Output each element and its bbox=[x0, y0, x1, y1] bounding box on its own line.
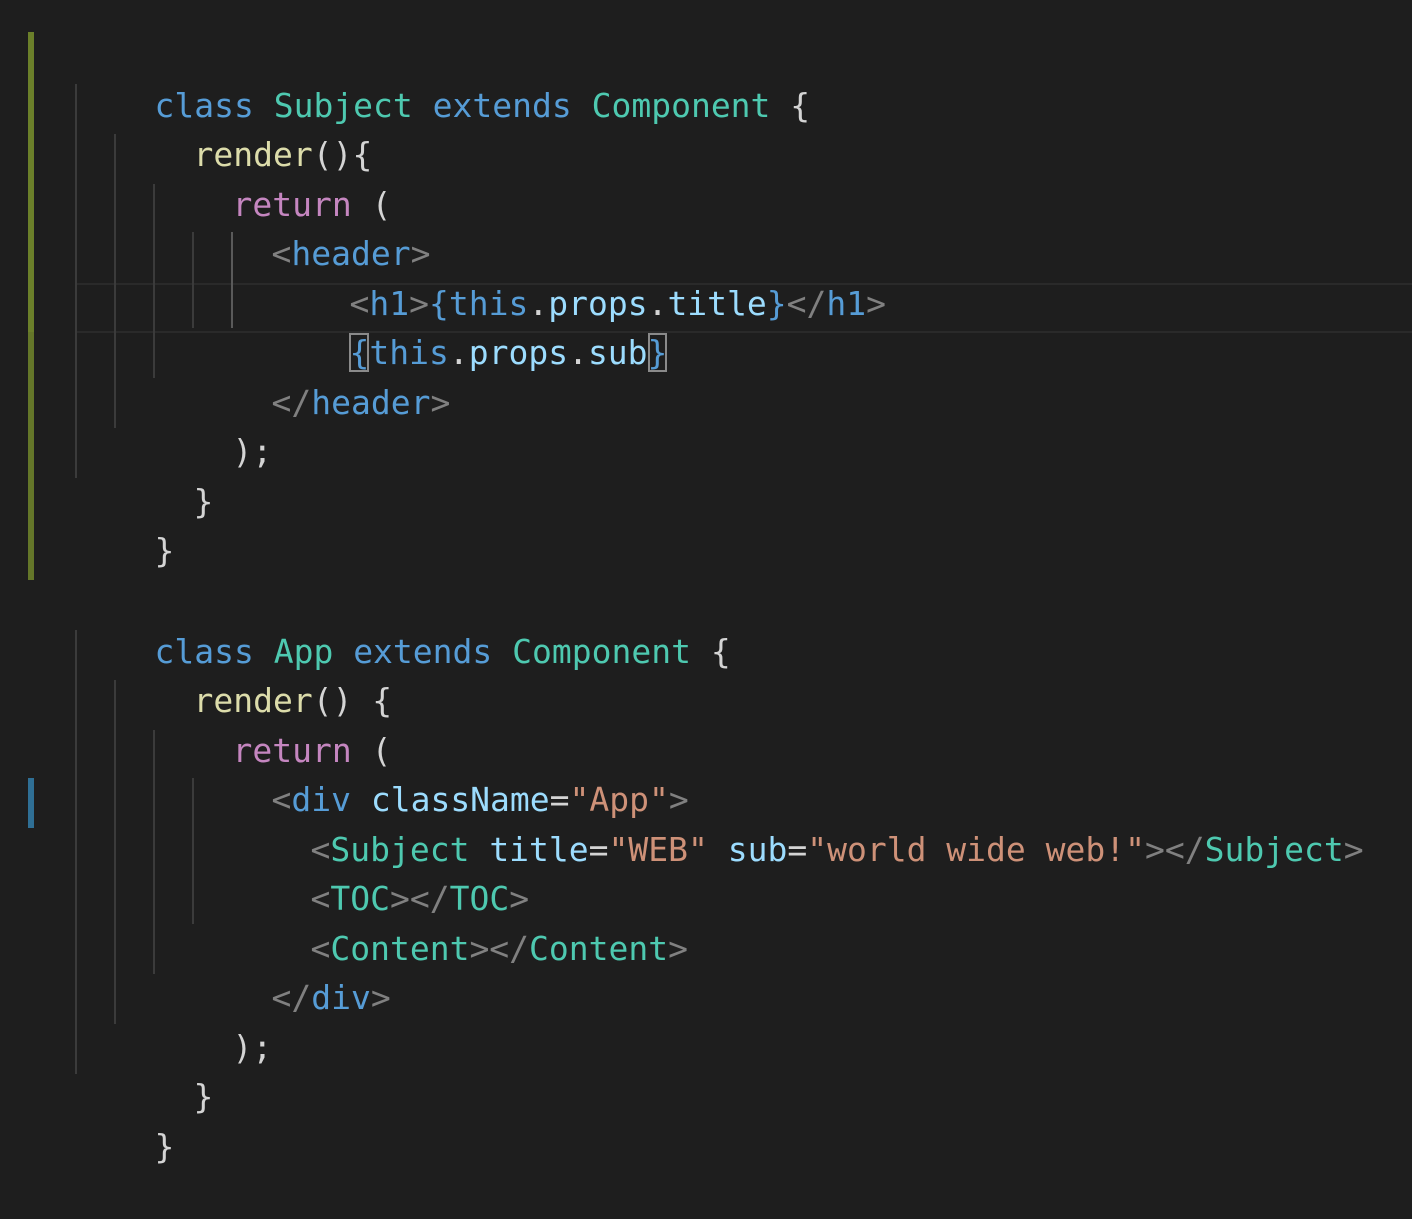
punctuation: ); bbox=[232, 1028, 273, 1067]
tag-bracket: > bbox=[866, 284, 887, 323]
tag-bracket: > bbox=[370, 978, 391, 1017]
tag-name: h1 bbox=[826, 284, 867, 323]
punctuation: = bbox=[588, 830, 609, 869]
code-editor[interactable]: class Subject extends Component { render… bbox=[0, 0, 1412, 1166]
punctuation: } bbox=[154, 1127, 175, 1166]
property: sub bbox=[587, 333, 648, 372]
code-line-7[interactable]: </header> bbox=[192, 331, 450, 422]
tag-bracket: </ bbox=[271, 978, 312, 1017]
code-line-1[interactable]: class Subject extends Component { bbox=[75, 34, 810, 125]
code-line-20[interactable]: } bbox=[114, 1025, 213, 1116]
punctuation: . bbox=[568, 333, 588, 372]
git-modified-marker bbox=[28, 332, 34, 580]
string-literal: "WEB" bbox=[608, 830, 708, 869]
code-line-9[interactable]: } bbox=[114, 430, 213, 521]
punctuation: . bbox=[448, 333, 469, 372]
code-line-15[interactable]: <Subject title="WEB" sub="world wide web… bbox=[231, 778, 1363, 869]
component-name: Content bbox=[529, 929, 669, 968]
git-modified-marker bbox=[28, 32, 34, 332]
code-line-3[interactable]: return ( bbox=[153, 133, 391, 224]
code-line-5[interactable]: <h1>{this.props.title}</h1> bbox=[270, 232, 886, 323]
code-line-2[interactable]: render(){ bbox=[114, 83, 372, 174]
tag-name: div bbox=[311, 978, 371, 1017]
tag-bracket: </ bbox=[786, 284, 827, 323]
tag-bracket: </ bbox=[271, 383, 312, 422]
base-class: Component bbox=[591, 86, 771, 125]
tag-bracket: > bbox=[430, 383, 451, 422]
jsx-brace: } bbox=[766, 284, 787, 323]
keyword: extends bbox=[432, 86, 572, 125]
jsx-brace-matched: } bbox=[647, 333, 668, 372]
code-line-14[interactable]: <div className="App"> bbox=[192, 728, 688, 819]
code-line-11[interactable]: class App extends Component { bbox=[75, 580, 730, 671]
punctuation: } bbox=[193, 1077, 214, 1116]
punctuation: { bbox=[710, 632, 731, 671]
base-class: Component bbox=[512, 632, 691, 671]
code-line-18[interactable]: </div> bbox=[192, 926, 390, 1017]
code-line-4[interactable]: <header> bbox=[192, 182, 430, 273]
punctuation: = bbox=[787, 830, 808, 869]
punctuation: ); bbox=[232, 432, 273, 471]
code-line-21[interactable]: } bbox=[75, 1075, 174, 1166]
tag-bracket: > bbox=[668, 929, 688, 968]
tag-name: header bbox=[311, 383, 431, 422]
code-line-12[interactable]: render() { bbox=[114, 629, 392, 720]
code-line-10[interactable]: } bbox=[75, 479, 174, 570]
tag-bracket: ></ bbox=[469, 929, 530, 968]
tag-bracket: > bbox=[1343, 830, 1364, 869]
code-line-19[interactable]: ); bbox=[153, 976, 272, 1067]
tag-bracket: ></ bbox=[1145, 830, 1205, 869]
punctuation: } bbox=[154, 531, 175, 570]
string-literal: "world wide web!" bbox=[807, 830, 1145, 869]
property: props bbox=[468, 333, 569, 372]
punctuation: { bbox=[790, 86, 811, 125]
property: title bbox=[667, 284, 767, 323]
code-line-17[interactable]: <Content></Content> bbox=[231, 877, 688, 968]
punctuation: } bbox=[193, 482, 214, 521]
code-line-6[interactable]: {this.props.sub} bbox=[270, 281, 668, 372]
attribute-name: sub bbox=[727, 830, 788, 869]
code-line-16[interactable]: <TOC></TOC> bbox=[231, 827, 529, 918]
git-added-marker bbox=[28, 778, 34, 828]
component-name: Subject bbox=[1204, 830, 1344, 869]
code-line-13[interactable]: return ( bbox=[153, 679, 391, 770]
code-line-8[interactable]: ); bbox=[153, 380, 272, 471]
